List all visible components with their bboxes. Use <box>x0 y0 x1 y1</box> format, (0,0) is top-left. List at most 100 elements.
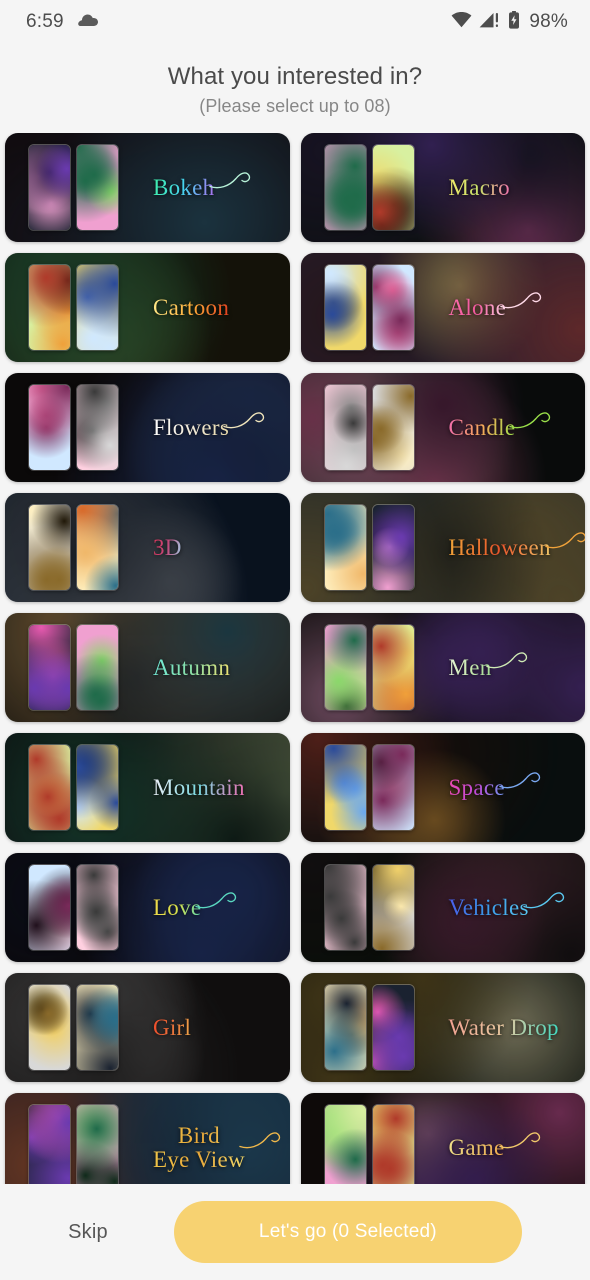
category-thumbnail <box>324 505 366 590</box>
battery-charging-icon <box>508 10 520 34</box>
cellular-signal-icon <box>479 12 501 33</box>
category-thumbnail <box>29 625 70 710</box>
category-thumbnail <box>29 985 70 1070</box>
category-thumbnail <box>372 985 414 1070</box>
category-thumbnail <box>372 745 414 830</box>
category-label: Macro <box>448 174 510 200</box>
category-label: Bokeh <box>152 174 215 200</box>
category-thumbnails <box>29 505 118 590</box>
category-card[interactable]: Macro <box>300 133 585 242</box>
page-subtitle: (Please select up to 08) <box>199 96 391 116</box>
category-thumbnails <box>324 145 414 230</box>
category-thumbnail <box>324 985 366 1070</box>
category-thumbnail <box>324 625 366 710</box>
wifi-icon <box>451 11 472 33</box>
status-time: 6:59 <box>26 11 64 32</box>
category-thumbnails <box>324 505 414 590</box>
category-thumbnail <box>77 385 118 470</box>
category-card[interactable]: Girl <box>5 973 290 1082</box>
category-label: 3D <box>152 534 182 560</box>
category-thumbnail <box>372 625 414 710</box>
category-grid: Bokeh Macro Cartoon Alone Flowers Candle 3D Hal… <box>0 133 590 1184</box>
category-card[interactable]: Men <box>300 613 585 722</box>
battery-percent-label: 98% <box>529 11 568 32</box>
category-label: Vehicles <box>448 894 529 920</box>
skip-button[interactable]: Skip <box>68 1221 108 1244</box>
category-card[interactable]: Candle <box>300 373 585 482</box>
category-card[interactable]: Water Drop <box>300 973 585 1082</box>
category-card[interactable]: Vehicles <box>300 853 585 962</box>
category-card[interactable]: Autumn <box>5 613 290 722</box>
category-thumbnail <box>372 505 414 590</box>
category-thumbnails <box>29 985 118 1070</box>
category-label: Cartoon <box>152 294 230 320</box>
category-card[interactable]: Cartoon <box>5 253 290 362</box>
category-card[interactable]: Alone <box>300 253 585 362</box>
category-thumbnails <box>29 625 118 710</box>
category-thumbnails <box>29 385 118 470</box>
category-card[interactable]: Bird Eye View <box>5 1093 290 1184</box>
category-thumbnail <box>77 625 118 710</box>
category-thumbnail <box>29 265 70 350</box>
category-thumbnail <box>372 145 414 230</box>
category-grid-scroll[interactable]: Bokeh Macro Cartoon Alone Flowers Candle 3D Hal… <box>0 133 590 1184</box>
category-thumbnails <box>29 145 118 230</box>
category-card[interactable]: Flowers <box>5 373 290 482</box>
category-thumbnail <box>29 865 70 950</box>
category-thumbnail <box>324 1105 366 1184</box>
category-thumbnail <box>77 1105 118 1184</box>
category-thumbnail <box>77 265 118 350</box>
category-thumbnails <box>324 865 414 950</box>
category-card[interactable]: Game <box>300 1093 585 1184</box>
bottom-action-bar: Skip Let's go (0 Selected) <box>0 1184 590 1280</box>
category-thumbnail <box>29 1105 70 1184</box>
category-thumbnail <box>372 385 414 470</box>
category-thumbnails <box>324 625 414 710</box>
category-card[interactable]: Love <box>5 853 290 962</box>
category-label: Autumn <box>152 654 231 680</box>
category-thumbnail <box>29 745 70 830</box>
category-thumbnail <box>324 145 366 230</box>
category-label: Girl <box>152 1014 192 1040</box>
category-label: Men <box>448 654 492 680</box>
category-thumbnails <box>29 1105 118 1184</box>
category-thumbnails <box>324 985 414 1070</box>
category-card[interactable]: Halloween <box>300 493 585 602</box>
category-thumbnail <box>29 505 70 590</box>
header: What you interested in? (Please select u… <box>0 44 590 133</box>
onboarding-interests-screen: 6:59 98% What you interested in? (Please… <box>0 0 590 1280</box>
category-thumbnails <box>29 265 118 350</box>
status-bar-left: 6:59 <box>26 11 99 33</box>
cloud-icon <box>77 13 99 32</box>
category-thumbnail <box>77 745 118 830</box>
category-thumbnail <box>29 385 70 470</box>
category-label: Candle <box>448 414 516 440</box>
category-card[interactable]: Bokeh <box>5 133 290 242</box>
category-card[interactable]: Space <box>300 733 585 842</box>
category-card[interactable]: 3D <box>5 493 290 602</box>
category-thumbnails <box>29 745 118 830</box>
category-thumbnail <box>324 745 366 830</box>
category-thumbnail <box>77 985 118 1070</box>
category-label: Alone <box>448 294 507 320</box>
status-bar-right: 98% <box>451 10 568 34</box>
category-thumbnail <box>324 865 366 950</box>
category-thumbnails <box>324 745 414 830</box>
category-label: Love <box>152 894 202 920</box>
category-thumbnail <box>372 865 414 950</box>
category-thumbnail <box>324 385 366 470</box>
category-thumbnail <box>324 265 366 350</box>
category-card[interactable]: Mountain <box>5 733 290 842</box>
category-thumbnails <box>29 865 118 950</box>
category-thumbnails <box>324 385 414 470</box>
category-label: Bird Eye View <box>152 1122 245 1172</box>
category-thumbnails <box>324 265 414 350</box>
category-label: Water Drop <box>448 1014 559 1040</box>
category-label: Game <box>448 1134 505 1160</box>
category-label: Mountain <box>152 774 245 800</box>
category-label: Flowers <box>152 414 230 440</box>
lets-go-button[interactable]: Let's go (0 Selected) <box>173 1201 522 1263</box>
category-label: Space <box>448 774 505 800</box>
category-thumbnail <box>77 505 118 590</box>
page-title: What you interested in? <box>167 63 423 90</box>
